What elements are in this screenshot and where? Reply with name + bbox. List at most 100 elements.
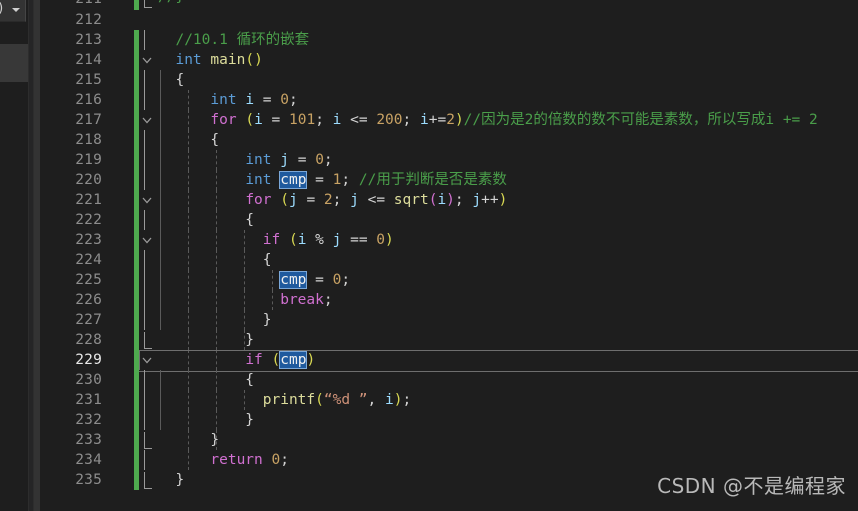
fold-region-line [144,130,145,150]
fold-region-line [144,90,145,110]
code-line[interactable]: 219 int j = 0; [40,150,858,170]
line-number: 214 [75,52,102,68]
code-token: ) [385,232,394,248]
line-number: 221 [75,192,102,208]
chevron-down-icon [12,8,20,12]
vcs-change-bar [134,70,139,90]
code-text: } [158,430,219,450]
code-token: = [306,172,333,188]
code-token: 200 [376,112,403,128]
code-token: if [262,232,281,248]
code-text: } [158,410,254,430]
code-line[interactable]: 225 cmp = 0; [40,270,858,290]
vcs-change-bar [134,110,139,130]
code-line[interactable]: 217 for (i = 101; i <= 200; i+=2)//因为是2的… [40,110,858,130]
code-line[interactable]: 224 { [40,250,858,270]
panel-dropdown[interactable]: ) [0,0,26,22]
code-editor[interactable]: 211//}212213 //10.1 循环的嵌套214 int main()2… [40,0,858,511]
code-line[interactable]: 214 int main() [40,50,858,70]
code-line[interactable]: 211 //} [40,0,858,10]
code-token: ( [280,192,289,208]
code-text: int j = 0; [158,150,332,170]
code-line[interactable]: 230 { [40,370,858,390]
code-token: int [245,152,272,168]
occurrence-highlight: cmp [279,171,308,189]
code-line[interactable]: 213 //10.1 循环的嵌套 [40,30,858,50]
code-text: cmp = 0; [158,270,350,290]
code-token: //用于判断是否是素数 [358,172,507,188]
code-token: } [158,472,185,488]
code-token: ( [288,232,298,248]
line-number: 222 [75,212,102,228]
code-line[interactable]: 215 { [40,70,858,90]
code-line[interactable]: 223 if (i % j == 0) [40,230,858,250]
code-line[interactable]: 227 } [40,310,858,330]
vcs-change-bar [134,190,139,210]
fold-region-line [144,370,145,390]
code-line[interactable]: 226 break; [40,290,858,310]
code-text: //} [158,0,184,5]
code-token: main [210,52,246,68]
line-number: 228 [75,332,102,348]
code-token: i [254,112,263,128]
code-line[interactable]: 218 { [40,130,858,150]
vcs-change-bar [134,430,139,450]
code-text: return 0; [158,450,289,470]
code-line[interactable]: 222 { [40,210,858,230]
line-number: 230 [75,372,102,388]
vcs-change-bar [134,0,139,10]
line-number: 218 [75,132,102,148]
code-token: ; [454,192,473,208]
line-number: 224 [75,252,102,268]
code-token: <= [341,112,377,128]
code-token: = [288,152,316,168]
fold-chevron-icon[interactable] [141,350,153,370]
line-number: 223 [75,232,102,248]
fold-chevron-icon[interactable] [141,110,153,130]
fold-chevron-icon[interactable] [141,230,153,250]
code-token: ; [341,172,359,188]
code-line[interactable]: 229 if (cmp) [40,350,858,372]
code-text: //10.1 循环的嵌套 [158,30,309,50]
line-number: 213 [75,32,102,48]
line-number: 232 [75,412,102,428]
code-text: } [158,330,254,350]
fold-chevron-icon[interactable] [141,50,153,70]
strip-highlight-band[interactable] [0,44,28,82]
code-text: int cmp = 1; //用于判断是否是素数 [158,170,507,190]
vcs-change-bar [134,350,139,370]
vcs-change-bar [134,270,139,290]
code-line[interactable]: 231 printf(“%d ”, i); [40,390,858,410]
code-token: ) [446,192,455,208]
code-line[interactable]: 212 [40,10,858,30]
line-number: 226 [75,292,102,308]
code-line[interactable]: 232 } [40,410,858,430]
code-line[interactable]: 220 int cmp = 1; //用于判断是否是素数 [40,170,858,190]
code-token: = [254,92,281,108]
occurrence-highlight: cmp [279,271,308,289]
editor-window: ) 211//}212213 //10.1 循环的嵌套214 int main(… [0,0,858,511]
code-token: //} [158,0,184,5]
vcs-change-bar [134,130,139,150]
code-text: break; [158,290,332,310]
code-token: 0 [280,92,289,108]
code-line[interactable]: 216 int i = 0; [40,90,858,110]
code-token: ; [332,192,351,208]
vcs-change-bar [134,210,139,230]
vcs-change-bar [134,90,139,110]
fold-region-line [144,270,145,290]
code-token: ( [245,112,255,128]
fold-chevron-icon[interactable] [141,190,153,210]
code-line[interactable]: 233 } [40,430,858,450]
code-token: ) [498,192,508,208]
code-line[interactable]: 234 return 0; [40,450,858,470]
code-line[interactable]: 228 } [40,330,858,350]
code-token: { [158,372,255,388]
code-token: % [306,232,333,248]
code-line[interactable]: 221 for (j = 2; j <= sqrt(i); j++) [40,190,858,210]
line-number: 229 [75,352,102,368]
line-number: 225 [75,272,102,288]
